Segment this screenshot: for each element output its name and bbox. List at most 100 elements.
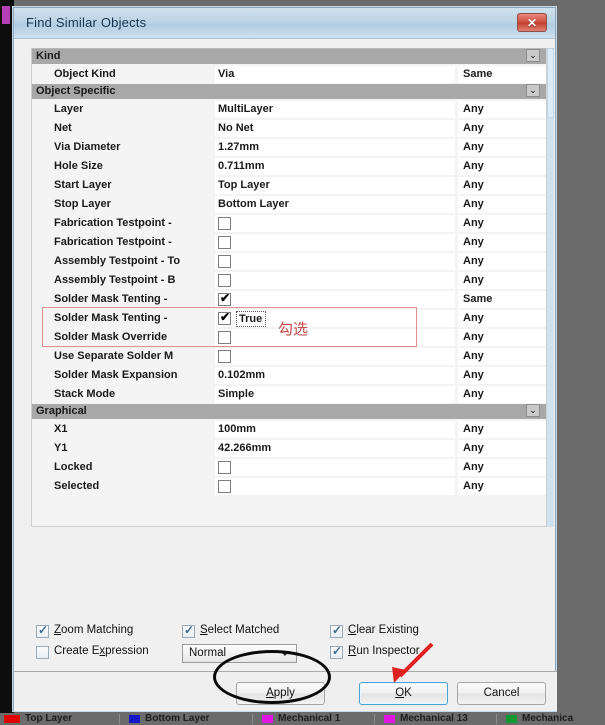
ok-button[interactable]: OK [359, 682, 448, 705]
table-scrollbar-track[interactable] [547, 48, 554, 527]
table-row[interactable]: Via Diameter1.27mmAny [32, 138, 546, 157]
layer-tab[interactable]: Mechanica [522, 713, 573, 724]
row-value-cell[interactable]: 0.102mm [215, 367, 455, 384]
run-inspector-label: Run Inspector [348, 645, 420, 657]
row-value-cell[interactable] [215, 329, 455, 346]
table-row[interactable]: SelectedAny [32, 477, 546, 496]
row-match-cell[interactable]: Any [458, 386, 546, 403]
cancel-button[interactable]: Cancel [457, 682, 546, 705]
row-match-cell[interactable]: Any [458, 440, 546, 457]
layer-tab[interactable]: Mechanical 13 [400, 713, 468, 724]
chevron-collapse-icon[interactable]: ⌄ [526, 404, 540, 417]
row-value-cell[interactable]: Bottom Layer [215, 196, 455, 213]
row-value-cell[interactable] [215, 215, 455, 232]
row-value-text: Bottom Layer [218, 198, 289, 210]
close-icon[interactable]: ✕ [517, 13, 547, 32]
table-row[interactable]: NetNo NetAny [32, 119, 546, 138]
layer-tab[interactable]: Bottom Layer [145, 713, 209, 724]
row-value-cell[interactable] [215, 478, 455, 495]
row-match-cell[interactable]: Any [458, 215, 546, 232]
layer-tab[interactable]: Top Layer [25, 713, 72, 724]
table-row[interactable]: Use Separate Solder MAny [32, 347, 546, 366]
row-value-cell[interactable]: Via [215, 66, 455, 83]
row-value-cell[interactable]: Simple [215, 386, 455, 403]
table-scrollbar-thumb[interactable] [547, 48, 554, 118]
row-value-checkbox[interactable] [218, 312, 231, 325]
row-value-editor[interactable]: True [236, 311, 266, 327]
run-inspector-checkbox[interactable] [330, 646, 343, 659]
row-match-cell[interactable]: Any [458, 120, 546, 137]
row-match-cell[interactable]: Any [458, 272, 546, 289]
row-value-cell[interactable]: 1.27mm [215, 139, 455, 156]
row-match-cell[interactable]: Any [458, 196, 546, 213]
row-value-checkbox[interactable] [218, 236, 231, 249]
clear-existing-checkbox[interactable] [330, 625, 343, 638]
row-match-cell[interactable]: Any [458, 310, 546, 327]
row-value-cell[interactable] [215, 291, 455, 308]
table-row[interactable]: Assembly Testpoint - ToAny [32, 252, 546, 271]
row-match-cell[interactable]: Any [458, 421, 546, 438]
table-row[interactable]: X1100mmAny [32, 420, 546, 439]
table-row[interactable]: Solder Mask Expansion0.102mmAny [32, 366, 546, 385]
table-row[interactable]: Solder Mask Tenting -Same [32, 290, 546, 309]
select-matched-checkbox[interactable] [182, 625, 195, 638]
row-match-cell[interactable]: Any [458, 459, 546, 476]
row-value-checkbox[interactable] [218, 293, 231, 306]
apply-button[interactable]: Apply [236, 682, 325, 705]
row-match-cell[interactable]: Any [458, 234, 546, 251]
group-header[interactable]: Graphical⌄ [32, 404, 546, 420]
zoom-matching-checkbox[interactable] [36, 625, 49, 638]
table-row[interactable]: Fabrication Testpoint - Any [32, 214, 546, 233]
row-match-cell[interactable]: Any [458, 329, 546, 346]
row-value-cell[interactable] [215, 272, 455, 289]
row-value-checkbox[interactable] [218, 217, 231, 230]
row-value-cell[interactable] [215, 234, 455, 251]
chevron-collapse-icon[interactable]: ⌄ [526, 84, 540, 97]
table-row[interactable]: Locked Any [32, 458, 546, 477]
table-row[interactable]: Stack ModeSimpleAny [32, 385, 546, 404]
row-value-cell[interactable]: 0.711mm [215, 158, 455, 175]
row-value-cell[interactable] [215, 253, 455, 270]
group-header[interactable]: Object Specific⌄ [32, 84, 546, 100]
table-row[interactable]: Stop LayerBottom LayerAny [32, 195, 546, 214]
row-value-cell[interactable]: MultiLayer [215, 101, 455, 118]
row-value-checkbox[interactable] [218, 331, 231, 344]
row-label: Layer [54, 103, 214, 115]
table-row[interactable]: Assembly Testpoint - BAny [32, 271, 546, 290]
row-value-cell[interactable]: 42.266mm [215, 440, 455, 457]
row-value-checkbox[interactable] [218, 255, 231, 268]
row-value-checkbox[interactable] [218, 350, 231, 363]
row-match-cell[interactable]: Any [458, 367, 546, 384]
row-label: Fabrication Testpoint - [54, 217, 214, 229]
table-row[interactable]: Object KindViaSame [32, 65, 546, 84]
row-value-cell[interactable] [215, 459, 455, 476]
row-value-checkbox[interactable] [218, 274, 231, 287]
row-match-cell[interactable]: Same [458, 66, 546, 83]
row-match-cell[interactable]: Any [458, 478, 546, 495]
row-match-cell[interactable]: Any [458, 253, 546, 270]
table-row[interactable]: Start LayerTop LayerAny [32, 176, 546, 195]
layer-tab[interactable]: Mechanical 1 [278, 713, 340, 724]
chevron-collapse-icon[interactable]: ⌄ [526, 49, 540, 62]
row-match-cell[interactable]: Same [458, 291, 546, 308]
row-value-checkbox[interactable] [218, 461, 231, 474]
row-value-cell[interactable]: True [215, 310, 455, 327]
row-value-cell[interactable]: Top Layer [215, 177, 455, 194]
table-row[interactable]: LayerMultiLayerAny [32, 100, 546, 119]
expression-mode-dropdown[interactable]: Normal [182, 644, 297, 663]
table-row[interactable]: Y142.266mmAny [32, 439, 546, 458]
create-expression-checkbox[interactable] [36, 646, 49, 659]
row-match-cell[interactable]: Any [458, 101, 546, 118]
row-label: Locked [54, 461, 214, 473]
row-value-cell[interactable]: 100mm [215, 421, 455, 438]
row-value-cell[interactable] [215, 348, 455, 365]
row-match-cell[interactable]: Any [458, 158, 546, 175]
row-value-checkbox[interactable] [218, 480, 231, 493]
row-match-cell[interactable]: Any [458, 348, 546, 365]
table-row[interactable]: Fabrication Testpoint -Any [32, 233, 546, 252]
row-match-cell[interactable]: Any [458, 177, 546, 194]
table-row[interactable]: Hole Size0.711mmAny [32, 157, 546, 176]
row-value-cell[interactable]: No Net [215, 120, 455, 137]
row-match-cell[interactable]: Any [458, 139, 546, 156]
group-header[interactable]: Kind⌄ [32, 49, 546, 65]
